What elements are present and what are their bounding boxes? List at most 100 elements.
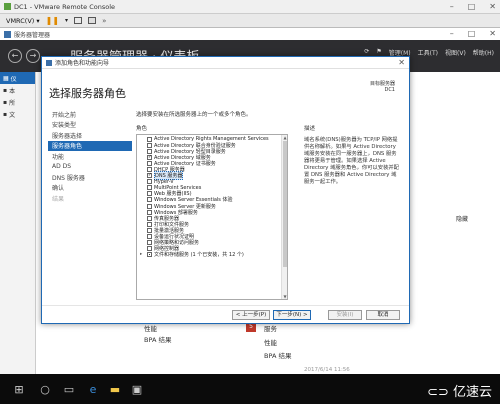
wizard-button-bar: < 上一步(P) 下一步(N) > 安装(I) 取消 xyxy=(42,305,409,323)
menu-tools[interactable]: 工具(T) xyxy=(418,48,438,57)
description-heading: 描述 xyxy=(304,126,316,132)
role-checkbox[interactable] xyxy=(147,179,152,185)
server-icon: ▪ xyxy=(3,86,8,94)
step-server-roles[interactable]: 服务器角色 xyxy=(48,140,132,151)
server-manager-taskbar-icon[interactable]: ▣ xyxy=(128,380,146,398)
sm-maximize-icon[interactable]: □ xyxy=(468,29,476,38)
step-ad-ds[interactable]: AD DS xyxy=(48,162,132,173)
pause-icon[interactable]: ❚❚ xyxy=(46,16,59,25)
sm-minimize-icon[interactable]: – xyxy=(450,29,454,38)
forward-icon[interactable]: → xyxy=(26,49,40,63)
tile-bpa-right[interactable]: BPA 结果 xyxy=(264,350,291,360)
vmrc-window-title: DC1 - VMware Remote Console xyxy=(14,2,116,11)
chevron-down-icon[interactable]: ▾ xyxy=(65,17,68,24)
menu-help[interactable]: 帮助(H) xyxy=(473,48,494,57)
dashboard-icon: ▦ xyxy=(3,74,9,82)
previous-button[interactable]: < 上一步(P) xyxy=(232,310,270,320)
server-manager-window-title: 服务器管理器 xyxy=(14,31,51,39)
scroll-down-icon[interactable]: ▼ xyxy=(282,294,287,299)
wizard-titlebar: 添加角色和功能向导 ✕ xyxy=(42,57,409,69)
role-checkbox[interactable] xyxy=(147,215,152,221)
search-icon[interactable]: ○ xyxy=(36,380,54,398)
maximize-icon[interactable]: □ xyxy=(468,2,476,11)
scroll-up-icon[interactable]: ▲ xyxy=(282,135,287,140)
role-checkbox[interactable] xyxy=(147,160,152,166)
role-checkbox[interactable] xyxy=(147,136,152,142)
destination-server: 目标服务器 DC1 xyxy=(370,81,395,93)
role-checkbox[interactable] xyxy=(147,221,152,227)
tile-perf-left[interactable]: 性能 xyxy=(144,323,157,333)
vmrc-menu-button[interactable]: VMRC(V) ▾ xyxy=(6,17,40,25)
tile-perf-right[interactable]: 性能 xyxy=(264,337,277,347)
role-checkbox[interactable] xyxy=(147,185,152,191)
roles-scrollbar[interactable]: ▲ ▼ xyxy=(281,135,287,299)
sidebar-item-dashboard[interactable]: ▦ 仪 xyxy=(0,72,35,84)
yisu-brand-logo: ⊂⊃ 亿速云 xyxy=(427,385,492,400)
role-checkbox[interactable]: ✓ xyxy=(147,173,152,179)
role-checkbox[interactable] xyxy=(147,209,152,215)
step-features[interactable]: 功能 xyxy=(48,151,132,162)
file-explorer-icon[interactable]: ▬ xyxy=(106,380,124,398)
role-checkbox[interactable]: ✓ xyxy=(147,154,152,160)
role-checkbox[interactable] xyxy=(147,203,152,209)
step-server-selection[interactable]: 服务器选择 xyxy=(48,130,132,141)
back-icon[interactable]: ← xyxy=(8,49,22,63)
role-label: 文件和存储服务 (1 个已安装，共 12 个) xyxy=(154,252,244,259)
vmrc-titlebar: DC1 - VMware Remote Console – □ ✕ xyxy=(0,0,500,14)
tile-bpa-left[interactable]: BPA 结果 xyxy=(144,334,171,344)
expand-arrow-icon[interactable]: ▸ xyxy=(140,252,142,257)
add-roles-wizard: 添加角色和功能向导 ✕ 选择服务器角色 目标服务器 DC1 开始之前 安装类型 … xyxy=(41,56,410,324)
vmrc-forward-icon[interactable]: » xyxy=(102,17,106,25)
role-checkbox[interactable] xyxy=(147,167,152,173)
send-ctrl-alt-del-icon[interactable] xyxy=(74,17,83,24)
cancel-button[interactable]: 取消 xyxy=(366,310,400,320)
install-button: 安装(I) xyxy=(328,310,362,320)
edge-browser-icon[interactable]: e xyxy=(84,380,102,398)
step-before-you-begin[interactable]: 开始之前 xyxy=(48,109,132,120)
role-checkbox[interactable] xyxy=(147,227,152,233)
sidebar-item-file-storage[interactable]: ▪ 文 xyxy=(0,108,35,120)
tile-service-label[interactable]: 服务 xyxy=(264,323,277,333)
task-view-icon[interactable]: ▭ xyxy=(60,380,78,398)
sidebar-item-all-servers[interactable]: ▪ 所 xyxy=(0,96,35,108)
windows-taskbar: ⊞ ○ ▭ e ▬ ▣ ⊂⊃ 亿速云 xyxy=(0,374,500,404)
server-manager-titlebar: 服务器管理器 – □ ✕ xyxy=(0,28,500,40)
role-checkbox[interactable] xyxy=(147,191,152,197)
sidebar-item-local-server[interactable]: ▪ 本 xyxy=(0,84,35,96)
close-icon[interactable]: ✕ xyxy=(489,2,496,11)
next-button[interactable]: 下一步(N) > xyxy=(273,310,311,320)
role-checkbox[interactable] xyxy=(147,197,152,203)
destination-value: DC1 xyxy=(384,87,395,93)
server-manager-icon xyxy=(4,30,11,38)
step-dns-server[interactable]: DNS 服务器 xyxy=(48,172,132,183)
roles-instruction: 选择要安装在所选服务器上的一个或多个角色。 xyxy=(136,112,252,118)
step-confirmation[interactable]: 确认 xyxy=(48,183,132,194)
scroll-thumb[interactable] xyxy=(283,141,287,267)
storage-icon: ▪ xyxy=(3,110,8,118)
menu-view[interactable]: 视图(V) xyxy=(445,48,466,57)
wizard-title: 添加角色和功能向导 xyxy=(55,60,110,67)
role-checkbox[interactable] xyxy=(147,148,152,154)
timestamp-text: 2017/6/14 11:56 xyxy=(304,367,350,373)
wizard-close-icon[interactable]: ✕ xyxy=(398,58,405,67)
hide-link[interactable]: 隐藏 xyxy=(456,214,468,223)
step-installation-type[interactable]: 安装类型 xyxy=(48,120,132,131)
fullscreen-icon[interactable] xyxy=(88,17,97,24)
roles-list: Active Directory Rights Management Servi… xyxy=(136,134,288,300)
role-checkbox[interactable] xyxy=(147,240,152,246)
wizard-steps: 开始之前 安装类型 服务器选择 服务器角色 功能 AD DS DNS 服务器 确… xyxy=(48,109,132,204)
yisu-logo-icon: ⊂⊃ xyxy=(427,385,449,400)
description-text: 域名系统(DNS)服务器为 TCP/IP 网络提供名称解析。如果与 Active… xyxy=(304,137,399,185)
minimize-icon[interactable]: – xyxy=(450,2,454,11)
role-checkbox[interactable] xyxy=(147,246,152,252)
role-checkbox[interactable] xyxy=(147,234,152,240)
vmrc-toolbar: VMRC(V) ▾ ❚❚ ▾ » xyxy=(0,14,500,28)
wizard-heading: 选择服务器角色 xyxy=(49,87,126,100)
sm-close-icon[interactable]: ✕ xyxy=(489,29,496,38)
server-manager-sidebar: ▦ 仪 ▪ 本 ▪ 所 ▪ 文 xyxy=(0,72,36,374)
servers-icon: ▪ xyxy=(3,98,8,106)
role-item[interactable]: ▸ 文件和存储服务 (1 个已安装，共 12 个) xyxy=(137,252,287,258)
role-checkbox[interactable] xyxy=(147,252,152,258)
role-checkbox[interactable] xyxy=(147,142,152,148)
windows-start-icon[interactable]: ⊞ xyxy=(10,380,28,398)
